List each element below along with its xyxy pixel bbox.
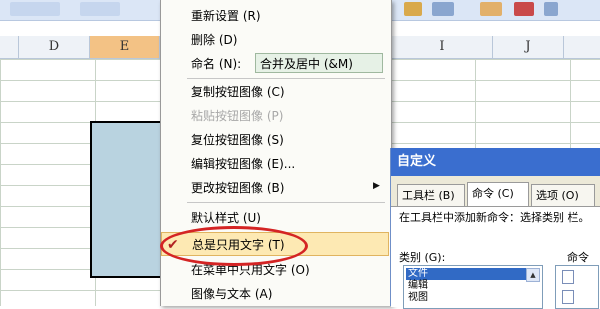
menu-item-copy-image[interactable]: 复制按钮图像 (C) bbox=[161, 80, 389, 104]
commands-label: 命令 bbox=[567, 251, 589, 264]
menu-item-change-image[interactable]: 更改按钮图像 (B) bbox=[161, 176, 389, 200]
category-list[interactable]: 文件 编辑 视图 ▲ bbox=[403, 265, 543, 309]
list-item[interactable]: 文件 bbox=[406, 268, 526, 280]
menu-item-reset-image[interactable]: 复位按钮图像 (S) bbox=[161, 128, 389, 152]
dialog-description: 在工具栏中添加新命令：选择类别 栏。 bbox=[399, 211, 590, 224]
menu-separator bbox=[187, 78, 385, 79]
menu-separator bbox=[187, 202, 385, 203]
customize-dialog: 自定义 工具栏 (B) 命令 (C) 选项 (O) 在工具栏中添加新命令：选择类… bbox=[390, 148, 600, 309]
column-header-k[interactable] bbox=[564, 36, 600, 58]
list-item[interactable]: 编辑 bbox=[406, 280, 526, 292]
menu-item-image-and-text[interactable]: 图像与文本 (A) bbox=[161, 282, 389, 306]
toolbar-icon[interactable] bbox=[404, 2, 422, 16]
toolbar-icon[interactable] bbox=[480, 2, 502, 16]
document-icon bbox=[562, 270, 574, 284]
annotation-circle bbox=[160, 226, 308, 266]
corner-cell[interactable] bbox=[0, 36, 19, 58]
column-header-i[interactable]: I bbox=[392, 36, 493, 58]
document-icon bbox=[562, 290, 574, 304]
selected-merged-cell[interactable] bbox=[90, 121, 162, 278]
menu-item-reset[interactable]: 重新设置 (R) bbox=[161, 4, 389, 28]
menu-item-paste-image: 粘贴按钮图像 (P) bbox=[191, 109, 284, 123]
column-header-e[interactable]: E bbox=[90, 36, 160, 58]
tab-commands[interactable]: 命令 (C) bbox=[467, 182, 529, 206]
dialog-body: 在工具栏中添加新命令：选择类别 栏。 类别 (G): 命令 文件 编辑 视图 ▲ bbox=[391, 206, 600, 309]
name-field[interactable]: 合并及居中 (&M) bbox=[255, 53, 383, 73]
toolbar-button[interactable] bbox=[10, 2, 60, 16]
dialog-title: 自定义 bbox=[391, 148, 600, 176]
commands-list[interactable] bbox=[555, 265, 599, 309]
toolbar-icon[interactable] bbox=[544, 2, 558, 16]
menu-item-default-style[interactable]: 默认样式 (U) bbox=[161, 206, 389, 230]
column-header-j[interactable]: J bbox=[493, 36, 564, 58]
category-label: 类别 (G): bbox=[399, 251, 446, 264]
scroll-up-icon[interactable]: ▲ bbox=[526, 268, 540, 282]
menu-item-delete[interactable]: 删除 (D) bbox=[161, 28, 389, 52]
tab-toolbars[interactable]: 工具栏 (B) bbox=[397, 184, 465, 206]
list-item[interactable]: 视图 bbox=[406, 292, 526, 304]
toolbar-button[interactable] bbox=[80, 2, 120, 16]
toolbar-icon[interactable] bbox=[432, 2, 454, 16]
submenu-arrow-icon: ▶ bbox=[373, 181, 380, 191]
toolbar-icon[interactable] bbox=[514, 2, 534, 16]
column-header-d[interactable]: D bbox=[19, 36, 90, 58]
tab-options[interactable]: 选项 (O) bbox=[531, 184, 595, 206]
menu-item-edit-image[interactable]: 编辑按钮图像 (E)... bbox=[161, 152, 389, 176]
